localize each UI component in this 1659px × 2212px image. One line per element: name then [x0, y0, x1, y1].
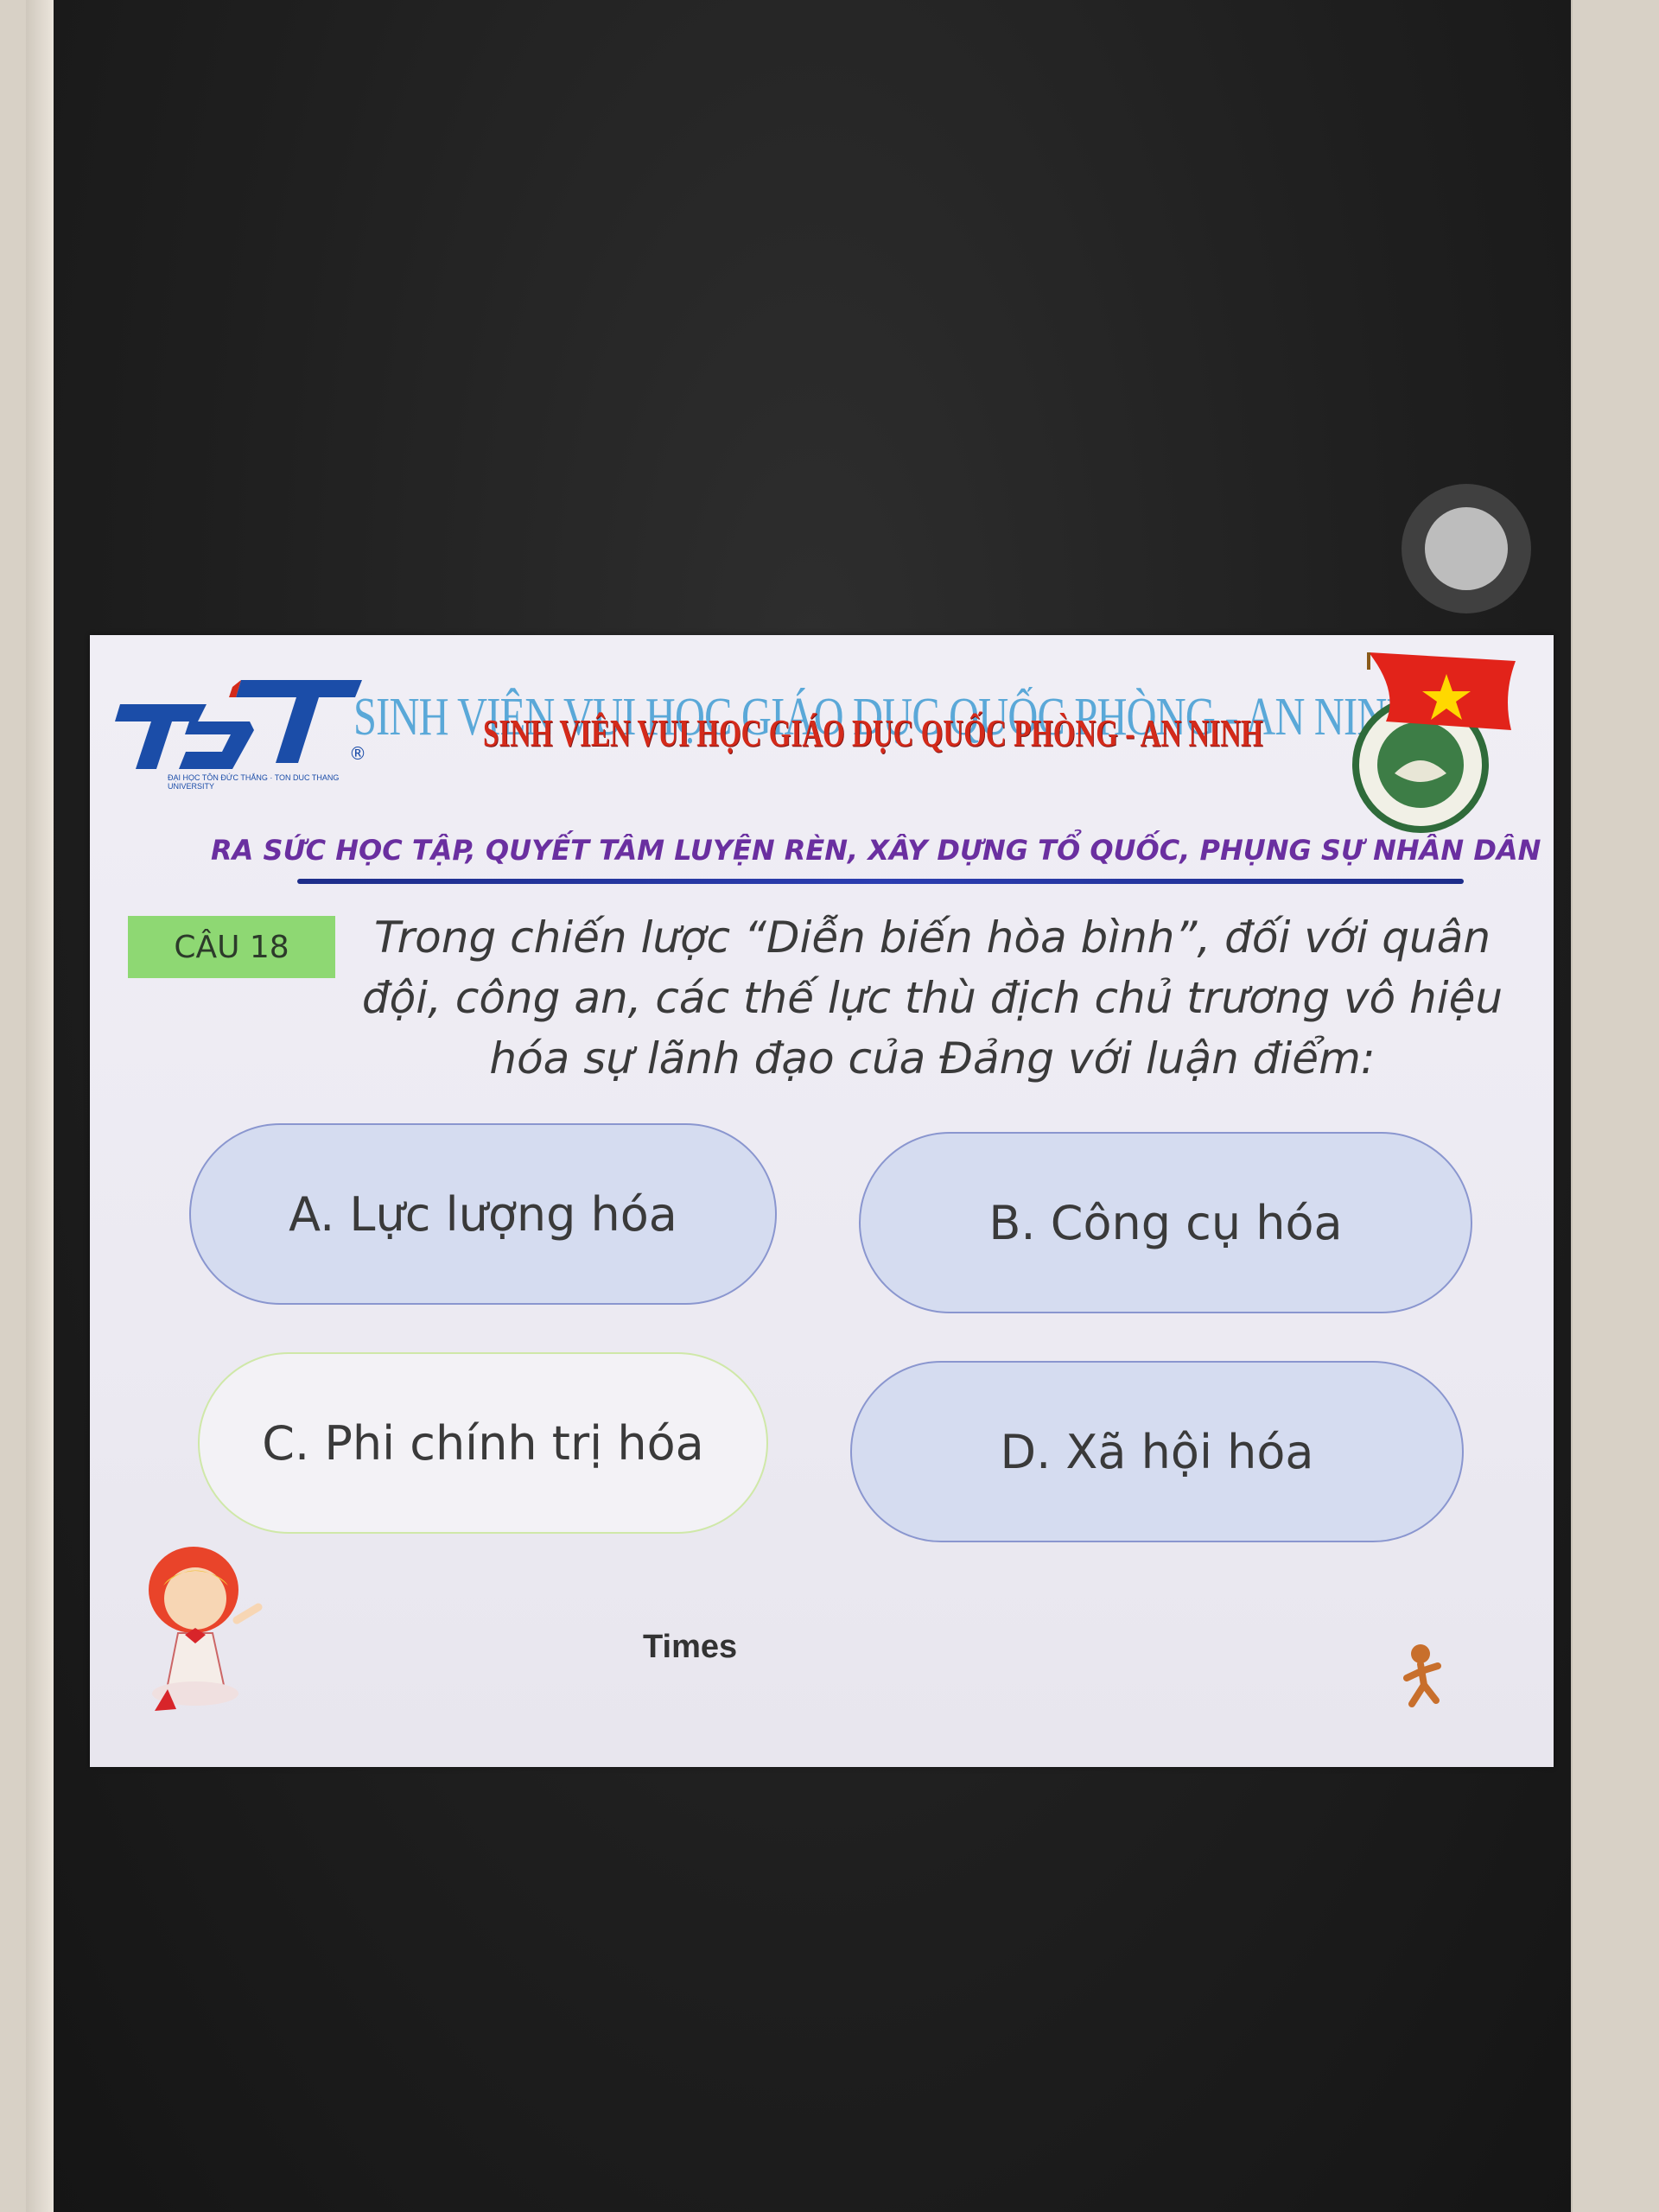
option-d-button[interactable]: D. Xã hội hóa: [850, 1361, 1464, 1542]
slogan-divider: [297, 879, 1464, 884]
timer-label: Times: [643, 1629, 738, 1665]
slogan: RA SỨC HỌC TẬP, QUYẾT TÂM LUYỆN RÈN, XÂY…: [211, 834, 1541, 867]
question-text: Trong chiến lược “Diễn biến hòa bình”, đ…: [361, 912, 1503, 1084]
phone-screen: ® ĐẠI HỌC TÔN ĐỨC THẮNG · TON DUC THANG …: [54, 0, 1571, 2212]
running-figure-icon: [1395, 1642, 1455, 1711]
option-b-button[interactable]: B. Công cụ hóa: [859, 1132, 1472, 1313]
girl-mascot-icon: [116, 1538, 280, 1719]
assistive-touch-icon[interactable]: [1402, 484, 1531, 613]
header-title: SINH VIÊN VUI HỌC GIÁO DỤC QUỐC PHÒNG - …: [483, 712, 1263, 754]
question-number-badge: CÂU 18: [128, 916, 335, 978]
tdt-logo: ® ĐẠI HỌC TÔN ĐỨC THẮNG · TON DUC THANG …: [103, 661, 366, 791]
logo-subtext: ĐẠI HỌC TÔN ĐỨC THẮNG · TON DUC THANG UN…: [168, 773, 340, 791]
quiz-slide: ® ĐẠI HỌC TÔN ĐỨC THẮNG · TON DUC THANG …: [90, 635, 1554, 1767]
option-a-button[interactable]: A. Lực lượng hóa: [189, 1123, 777, 1305]
youth-union-emblem-icon: [1351, 644, 1524, 842]
option-c-button[interactable]: C. Phi chính trị hóa: [198, 1352, 768, 1534]
